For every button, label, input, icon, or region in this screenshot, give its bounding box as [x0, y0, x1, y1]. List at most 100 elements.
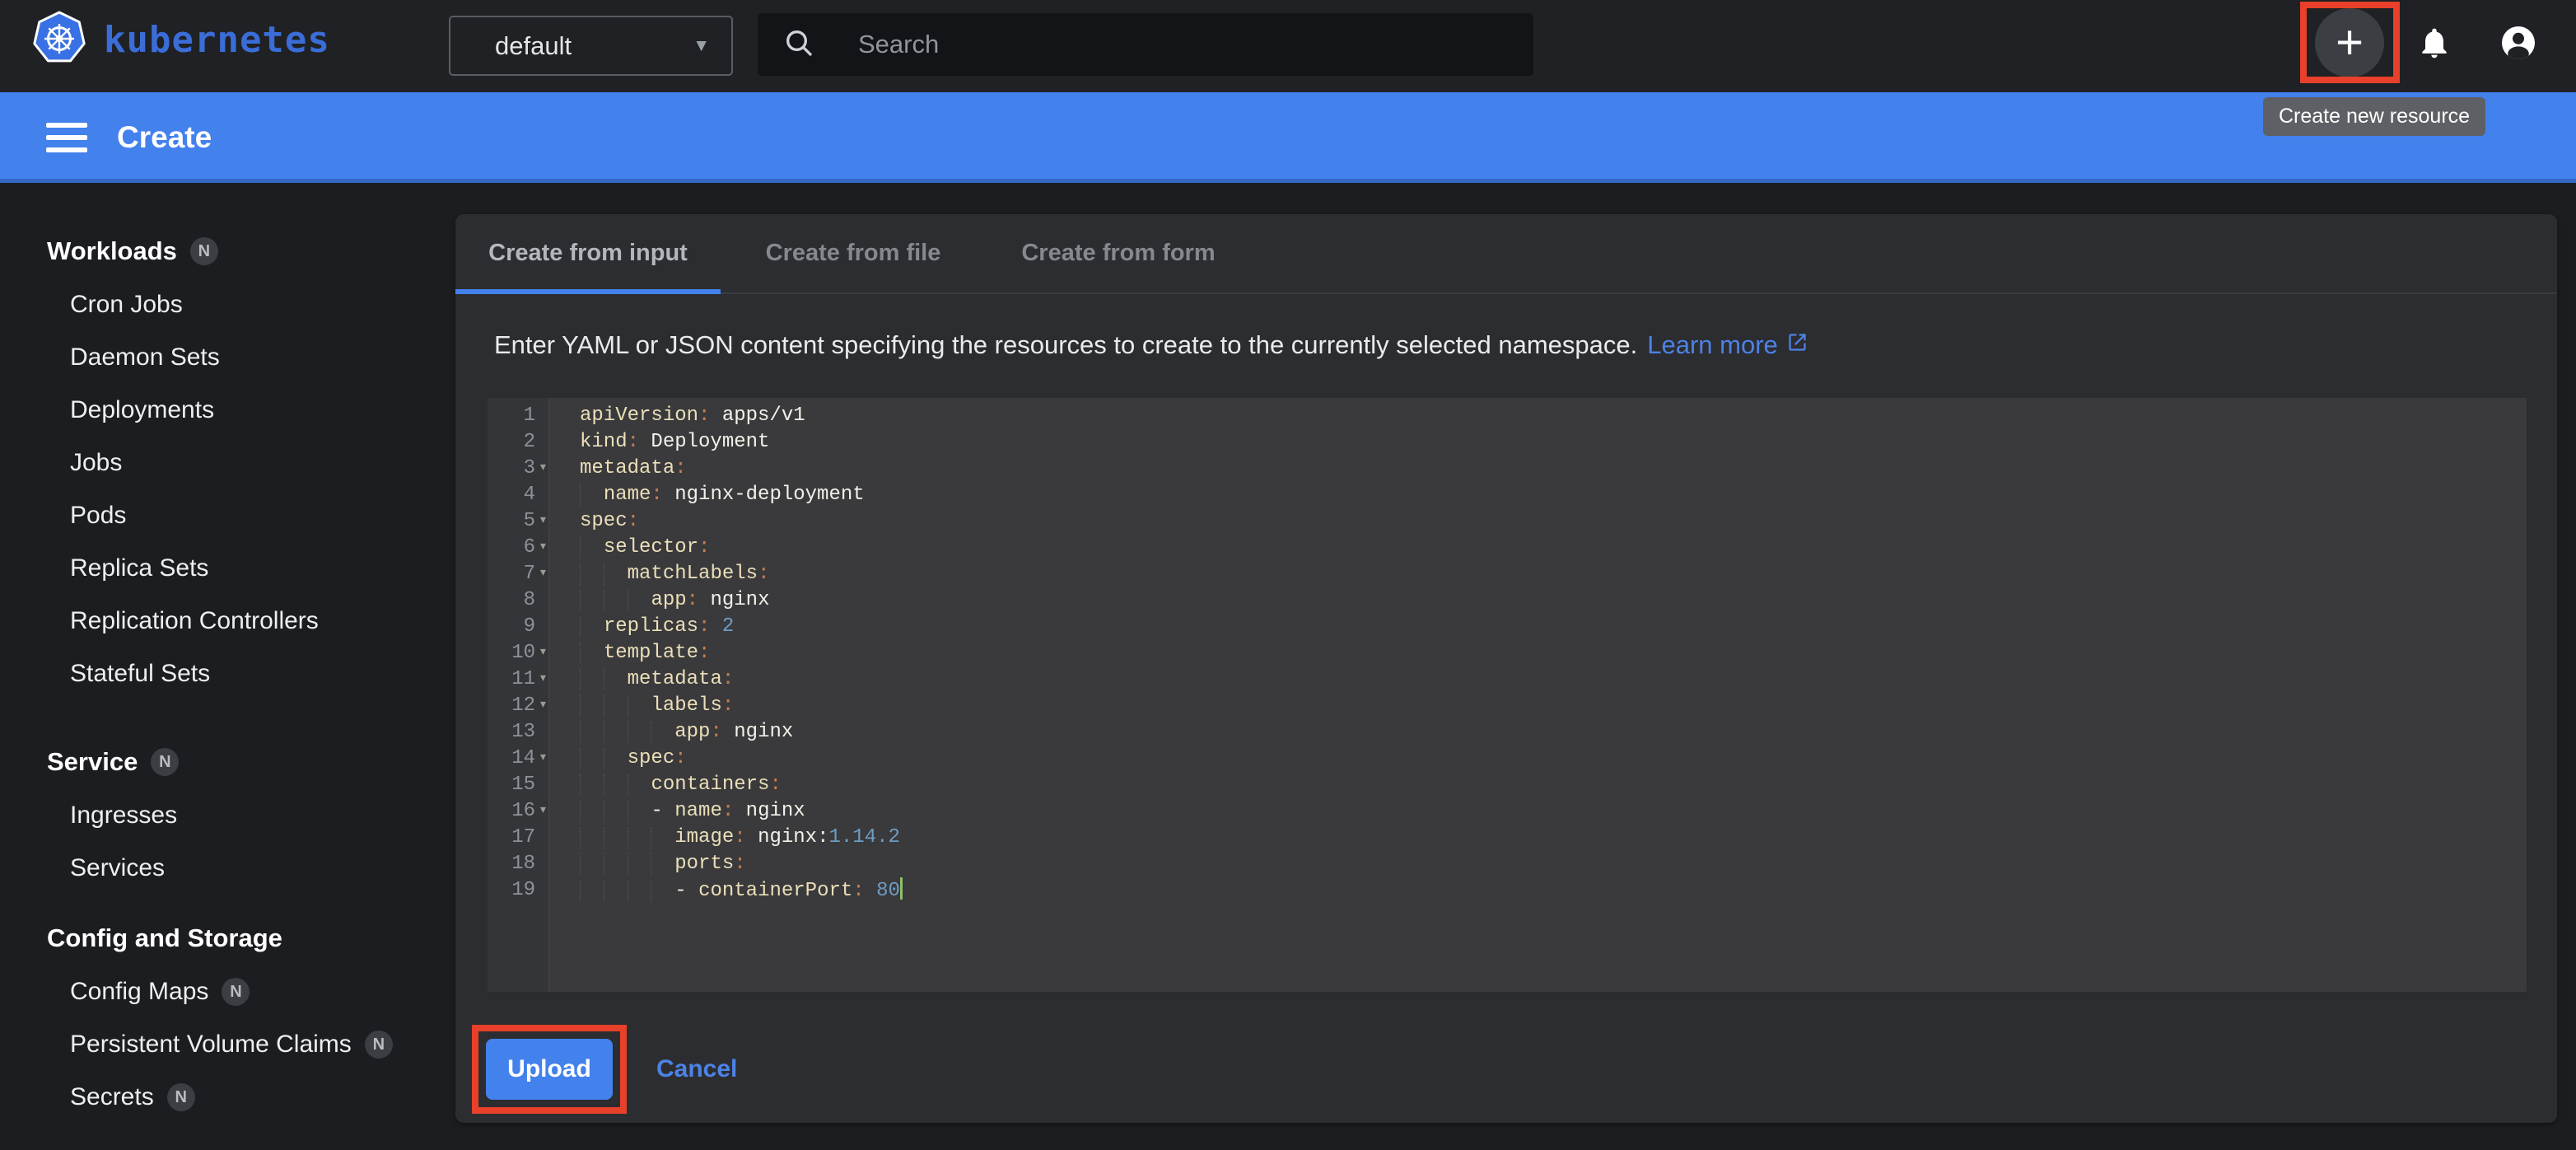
- code-line: 7▾ matchLabels:: [488, 561, 2527, 587]
- code-line: 18 ports:: [488, 851, 2527, 877]
- code-token: :: [758, 563, 769, 585]
- fold-icon[interactable]: ▾: [539, 639, 548, 666]
- tab-create-from-file[interactable]: Create from file: [721, 214, 986, 292]
- fold-icon[interactable]: ▾: [539, 455, 548, 481]
- yaml-editor[interactable]: 1 apiVersion: apps/v12kind: Deployment3▾m…: [488, 398, 2527, 992]
- namespaced-badge: N: [190, 237, 218, 265]
- line-number: 10: [488, 640, 535, 666]
- sidebar-item-jobs[interactable]: Jobs: [0, 437, 455, 489]
- code-token: :: [698, 615, 710, 638]
- fold-icon[interactable]: ▾: [539, 534, 548, 560]
- code-line: 9 replicas: 2: [488, 614, 2527, 640]
- kubernetes-logo-icon: [31, 10, 87, 70]
- code-text: apiVersion: apps/v1: [580, 403, 805, 429]
- app-bar: Create: [0, 92, 2576, 183]
- code-token: ports: [674, 853, 734, 875]
- kubernetes-logo[interactable]: kubernetes: [31, 10, 330, 70]
- line-number: 7: [488, 561, 535, 587]
- code-line: 5▾spec:: [488, 508, 2527, 535]
- indent-guide: [628, 798, 651, 825]
- code-line: 2kind: Deployment: [488, 429, 2527, 456]
- fold-icon[interactable]: ▾: [539, 797, 548, 824]
- sidebar-item-label: Jobs: [70, 449, 122, 477]
- sidebar-item-replication-controllers[interactable]: Replication Controllers: [0, 595, 455, 647]
- fold-icon[interactable]: ▾: [539, 666, 548, 692]
- indent-guide: [628, 693, 651, 719]
- fold-icon[interactable]: ▾: [539, 560, 548, 587]
- sidebar-item-ingresses[interactable]: Ingresses: [0, 789, 455, 842]
- code-token: name: [604, 484, 651, 506]
- namespace-value: default: [495, 31, 572, 61]
- sidebar-item-label: Pods: [70, 502, 126, 530]
- learn-more-link[interactable]: Learn more: [1647, 330, 1808, 360]
- indent-guide: [651, 878, 674, 905]
- sidebar-item-pods[interactable]: Pods: [0, 489, 455, 542]
- code-token: spec: [628, 747, 675, 769]
- indent-guide: [580, 746, 604, 772]
- sidebar-item-cron-jobs[interactable]: Cron Jobs: [0, 278, 455, 331]
- line-number: 19: [488, 877, 535, 904]
- code-line: 17 image: nginx:1.14.2: [488, 825, 2527, 851]
- line-number: 1: [488, 403, 535, 429]
- cancel-button[interactable]: Cancel: [656, 1055, 737, 1083]
- code-token: -: [651, 800, 674, 822]
- sidebar-item-deployments[interactable]: Deployments: [0, 384, 455, 437]
- code-text: matchLabels:: [580, 561, 769, 587]
- upload-button[interactable]: Upload: [486, 1039, 613, 1100]
- line-number: 16: [488, 798, 535, 825]
- sidebar-heading-workloads[interactable]: WorkloadsN: [0, 234, 455, 269]
- line-number: 15: [488, 772, 535, 798]
- namespaced-badge: N: [151, 748, 179, 776]
- sidebar-item-daemon-sets[interactable]: Daemon Sets: [0, 331, 455, 384]
- code-token: containerPort: [698, 880, 852, 902]
- code-token: :: [628, 510, 639, 532]
- sidebar-item-stateful-sets[interactable]: Stateful Sets: [0, 647, 455, 700]
- indent-guide: [651, 825, 674, 851]
- line-number: 6: [488, 535, 535, 561]
- indent-guide: [580, 482, 604, 508]
- namespace-selector[interactable]: default ▼: [449, 16, 733, 76]
- hamburger-menu-icon[interactable]: [46, 115, 87, 160]
- line-number: 18: [488, 851, 535, 877]
- sidebar-item-label: Deployments: [70, 396, 214, 424]
- fold-icon[interactable]: ▾: [539, 507, 548, 534]
- indent-guide: [604, 772, 628, 798]
- sidebar-item-secrets[interactable]: SecretsN: [0, 1071, 455, 1124]
- sidebar-group: Config and Storage Config MapsNPersistent…: [0, 921, 455, 1124]
- notifications-button[interactable]: [2416, 25, 2452, 65]
- code-token: nginx-deployment: [663, 484, 865, 506]
- line-number: 12: [488, 693, 535, 719]
- sidebar-heading-service[interactable]: Service N: [0, 745, 455, 779]
- code-token: nginx: [698, 589, 769, 611]
- indent-guide: [580, 851, 604, 877]
- code-text: labels:: [580, 693, 734, 719]
- code-token: spec: [580, 510, 628, 532]
- code-text: template:: [580, 640, 710, 666]
- code-token: nginx: [722, 721, 793, 743]
- sidebar-item-replica-sets[interactable]: Replica Sets: [0, 542, 455, 595]
- fold-icon[interactable]: ▾: [539, 745, 548, 771]
- namespaced-badge: N: [222, 978, 250, 1006]
- sidebar-heading-config-and-storage[interactable]: Config and Storage: [0, 921, 455, 956]
- search-input[interactable]: [858, 30, 1435, 59]
- sidebar-item-config-maps[interactable]: Config MapsN: [0, 965, 455, 1018]
- sidebar-heading-label: Service: [47, 747, 138, 777]
- tab-create-from-form[interactable]: Create from form: [986, 214, 1251, 292]
- annotation-box-upload: Upload: [472, 1025, 627, 1114]
- code-token: :: [698, 404, 710, 427]
- account-button[interactable]: [2499, 23, 2538, 67]
- fold-icon[interactable]: ▾: [539, 692, 548, 718]
- sidebar-item-services[interactable]: Services: [0, 842, 455, 895]
- code-token: replicas: [604, 615, 698, 638]
- code-token: :: [722, 800, 734, 822]
- code-token: selector: [604, 536, 698, 559]
- code-text: image: nginx:1.14.2: [580, 825, 900, 851]
- code-line: 3▾metadata:: [488, 456, 2527, 482]
- search-bar[interactable]: [758, 13, 1533, 76]
- create-new-resource-button[interactable]: +: [2315, 8, 2384, 77]
- code-token: metadata: [628, 668, 722, 690]
- code-text: name: nginx-deployment: [580, 482, 865, 508]
- sidebar-item-persistent-volume-claims[interactable]: Persistent Volume ClaimsN: [0, 1018, 455, 1071]
- code-token: :: [687, 589, 698, 611]
- tab-create-from-input[interactable]: Create from input: [455, 214, 721, 292]
